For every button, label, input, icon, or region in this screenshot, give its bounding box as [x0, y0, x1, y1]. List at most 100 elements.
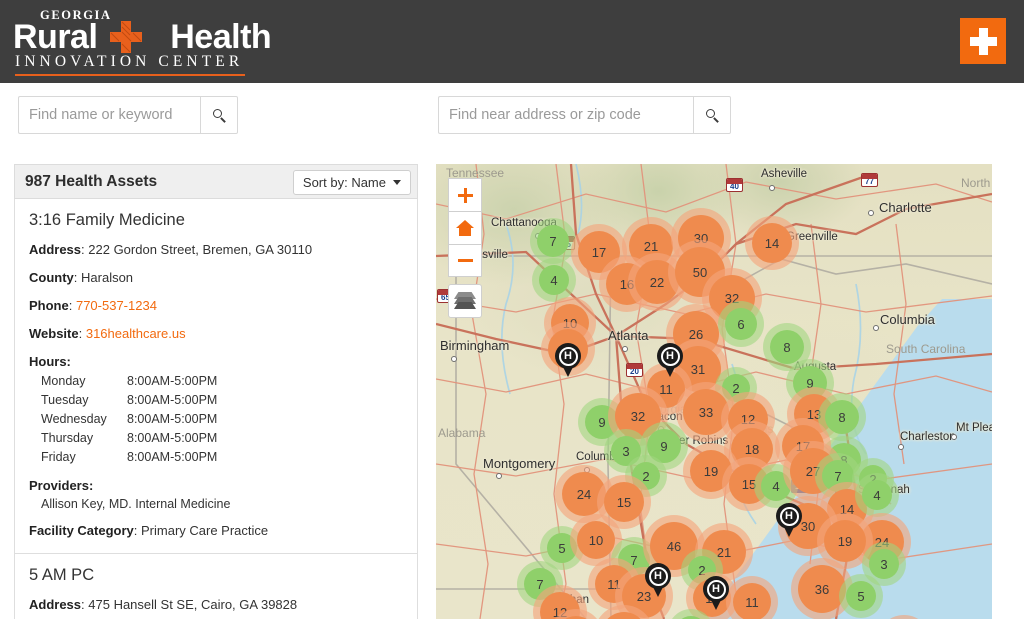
map-cluster-marker[interactable]: 19: [824, 520, 866, 562]
city-dot: [951, 434, 957, 440]
asset-county-value: Haralson: [81, 269, 134, 285]
map-cluster-marker[interactable]: 22: [635, 260, 679, 304]
hours-time: 8:00AM-5:00PM: [127, 392, 218, 407]
asset-phone-link[interactable]: 770-537-1234: [76, 298, 157, 313]
medical-cross-button[interactable]: [960, 18, 1006, 64]
asset-county-label: County: [29, 269, 74, 285]
map-cluster-count: 9: [598, 414, 606, 430]
sort-by-dropdown[interactable]: Sort by: Name: [292, 170, 411, 195]
map-cluster-marker[interactable]: 19: [690, 450, 732, 492]
map-cluster-marker[interactable]: 4: [539, 265, 569, 295]
map-cluster-count: 15: [741, 476, 757, 492]
hours-day: Monday: [41, 373, 86, 388]
list-item[interactable]: 5 AM PC Address: 475 Hansell St SE, Cair…: [14, 554, 418, 619]
address-search-input[interactable]: [438, 96, 693, 134]
map-cluster-count: 12: [740, 411, 756, 427]
map-view[interactable]: Tennessee North Carolina South Carolina …: [436, 164, 992, 619]
map-cluster-marker[interactable]: 9: [647, 429, 681, 463]
map-cluster-marker[interactable]: 4: [761, 471, 791, 501]
asset-providers-label: Providers:: [29, 477, 94, 493]
asset-website-link[interactable]: 316healthcare.us: [86, 326, 186, 341]
asset-address-label: Address: [29, 242, 82, 257]
map-cluster-marker[interactable]: 7: [822, 460, 854, 492]
pin-head: H: [776, 503, 802, 529]
hospital-pin-marker[interactable]: H: [703, 576, 729, 610]
keyword-search-input[interactable]: [18, 96, 200, 134]
pin-head: H: [703, 576, 729, 602]
hours-time: 8:00AM-5:00PM: [127, 449, 218, 464]
hospital-pin-marker[interactable]: H: [776, 503, 802, 537]
list-item[interactable]: 3:16 Family Medicine Address: 222 Gordon…: [14, 199, 418, 555]
pin-head: H: [555, 343, 581, 369]
asset-category-value: Primary Care Practice: [141, 522, 269, 538]
state-label-north-carolina: North Carolina: [961, 176, 992, 190]
map-cluster-count: 14: [764, 235, 780, 251]
hours-day: Tuesday: [41, 392, 89, 407]
address-search-group: [438, 96, 731, 134]
map-cluster-marker[interactable]: 4: [862, 480, 892, 510]
layers-icon: [454, 292, 476, 310]
map-cluster-count: 24: [576, 486, 592, 502]
map-cluster-marker[interactable]: 6: [725, 308, 757, 340]
map-cluster-marker[interactable]: 5: [547, 533, 577, 563]
map-cluster-marker[interactable]: 11: [733, 583, 771, 619]
address-search-button[interactable]: [693, 96, 731, 134]
map-zoom-controls[interactable]: [448, 178, 482, 277]
map-cluster-count: 27: [805, 463, 821, 479]
asset-category-row: Facility Category: Primary Care Practice: [29, 522, 269, 538]
map-cluster-count: 7: [834, 468, 842, 484]
map-canvas[interactable]: Tennessee North Carolina South Carolina …: [436, 164, 992, 619]
map-cluster-count: 32: [724, 290, 740, 306]
map-cluster-marker[interactable]: 8: [825, 400, 859, 434]
results-panel[interactable]: 987 Health Assets Sort by: Name 3:16 Fam…: [14, 164, 418, 619]
map-cluster-marker[interactable]: 36: [798, 565, 846, 613]
map-cluster-marker[interactable]: 15: [604, 482, 644, 522]
asset-website-row: Website: 316healthcare.us: [29, 325, 186, 341]
map-cluster-marker[interactable]: 2: [722, 374, 750, 402]
hospital-pin-marker[interactable]: H: [645, 563, 671, 597]
city-dot: [496, 473, 502, 479]
map-cluster-count: 30: [693, 230, 709, 246]
map-cluster-marker[interactable]: 3: [869, 549, 899, 579]
home-extent-button[interactable]: [448, 211, 482, 244]
map-cluster-marker[interactable]: 24: [562, 472, 606, 516]
sort-by-label: Sort by: Name: [302, 175, 386, 190]
logo-word-rural: Rural: [13, 18, 98, 56]
map-cluster-marker[interactable]: 10: [577, 521, 615, 559]
map-cluster-marker[interactable]: 7: [537, 225, 569, 257]
hospital-pin-marker[interactable]: H: [555, 343, 581, 377]
map-cluster-marker[interactable]: 5: [846, 581, 876, 611]
map-layers-button[interactable]: [448, 284, 482, 318]
hours-day: Wednesday: [41, 411, 107, 426]
keyword-search-button[interactable]: [200, 96, 238, 134]
map-cluster-count: 31: [690, 361, 706, 377]
map-cluster-count: 33: [698, 404, 714, 420]
map-cluster-count: 8: [783, 339, 791, 355]
map-cluster-count: 26: [688, 326, 704, 342]
zoom-in-button[interactable]: [448, 178, 482, 211]
map-cluster-marker[interactable]: 33: [683, 389, 729, 435]
map-cluster-count: 8: [838, 409, 846, 425]
map-cluster-marker[interactable]: 9: [585, 405, 619, 439]
asset-name[interactable]: 3:16 Family Medicine: [29, 211, 403, 230]
map-cluster-marker[interactable]: 8: [770, 330, 804, 364]
map-cluster-count: 7: [549, 233, 557, 249]
asset-phone-label: Phone: [29, 297, 69, 313]
map-cluster-marker[interactable]: 3: [611, 436, 641, 466]
plus-icon: [457, 187, 474, 204]
zoom-out-button[interactable]: [448, 244, 482, 277]
site-logo: GEORGIA Rural__Health INNOVATION CENTER: [12, 6, 272, 78]
city-label-birmingham: Birmingham: [440, 338, 510, 353]
highway-shield-icon: 20: [626, 363, 643, 377]
map-cluster-count: 7: [630, 552, 638, 568]
hours-day: Friday: [41, 449, 76, 464]
asset-hours-label: Hours:: [29, 353, 71, 369]
hours-time: 8:00AM-5:00PM: [127, 373, 218, 388]
city-dot: [451, 356, 457, 362]
map-cluster-count: 3: [880, 556, 888, 572]
map-cluster-count: 15: [616, 494, 632, 510]
asset-name[interactable]: 5 AM PC: [29, 566, 403, 585]
map-cluster-count: 11: [745, 594, 759, 610]
map-cluster-marker[interactable]: 14: [752, 223, 792, 263]
hospital-pin-marker[interactable]: H: [657, 343, 683, 377]
